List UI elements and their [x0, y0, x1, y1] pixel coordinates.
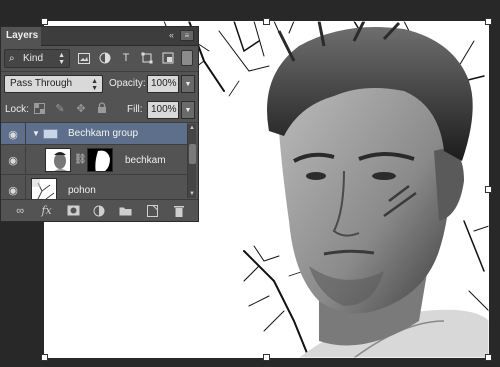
blend-mode-value: Pass Through	[10, 78, 73, 89]
scroll-down-icon[interactable]: ▼	[189, 191, 195, 197]
fill-input[interactable]: 100%	[147, 101, 179, 119]
divider	[1, 71, 198, 72]
panel-controls: « ≡	[169, 30, 194, 41]
double-chevron-left-icon[interactable]: «	[169, 30, 174, 41]
layers-scrollbar[interactable]: ▲ ▼	[187, 124, 196, 198]
transform-handle-bottom-right[interactable]	[485, 354, 492, 361]
new-group-icon[interactable]	[118, 203, 134, 219]
adjustment-filter-icon[interactable]	[98, 51, 112, 65]
disclosure-triangle-icon[interactable]: ▼	[32, 129, 40, 138]
folder-icon	[43, 129, 58, 139]
lock-position-icon[interactable]: ✥	[74, 101, 88, 115]
type-filter-icon[interactable]: T	[119, 51, 133, 65]
layers-panel: Layers « ≡ ⌕ Kind ▲ ▼ T Pass Through ▲ ▼…	[0, 26, 199, 222]
fill-dropdown-button[interactable]: ▼	[181, 101, 195, 119]
new-layer-icon[interactable]	[144, 203, 160, 219]
layer-row-bechkam[interactable]: ◉ ⛓ bechkam	[1, 146, 187, 175]
layers-list: ◉ ▼ Bechkam group ◉ ⛓ bechkam ◉ pohon	[1, 123, 187, 204]
eye-icon[interactable]: ◉	[4, 184, 22, 197]
link-layers-icon[interactable]: ∞	[12, 203, 28, 219]
trash-icon[interactable]	[171, 203, 187, 219]
layer-name: pohon	[68, 185, 96, 196]
search-icon: ⌕	[9, 53, 15, 64]
panel-menu-icon[interactable]: ≡	[180, 30, 194, 41]
filter-icons: T	[77, 51, 175, 65]
adjustment-layer-icon[interactable]	[91, 203, 107, 219]
tab-layers[interactable]: Layers	[1, 27, 41, 46]
transform-handle-bottom-center[interactable]	[263, 354, 270, 361]
fx-icon[interactable]: fx	[39, 203, 55, 219]
lock-label: Lock:	[5, 104, 29, 115]
lock-all-icon[interactable]	[95, 101, 109, 115]
scroll-up-icon[interactable]: ▲	[189, 125, 195, 131]
panel-tab-bar: Layers « ≡	[1, 27, 198, 46]
layers-bottom-toolbar: ∞ fx	[1, 199, 198, 221]
lock-icons: ✎ ✥	[32, 101, 109, 115]
fill-label: Fill:	[127, 104, 143, 115]
opacity-input[interactable]: 100%	[147, 75, 179, 93]
divider	[25, 146, 26, 174]
layer-mask-thumbnail[interactable]	[87, 148, 113, 172]
divider	[25, 123, 26, 144]
smart-object-filter-icon[interactable]	[161, 51, 175, 65]
image-filter-icon[interactable]	[77, 51, 91, 65]
shape-filter-icon[interactable]	[140, 51, 154, 65]
updown-arrows-icon: ▲ ▼	[91, 78, 98, 92]
transform-handle-top-left[interactable]	[41, 18, 48, 25]
blend-mode-select[interactable]: Pass Through ▲ ▼	[4, 75, 103, 93]
filter-toggle-switch[interactable]	[181, 50, 193, 66]
transform-handle-top-center[interactable]	[263, 18, 270, 25]
eye-icon[interactable]: ◉	[4, 154, 22, 167]
layer-row-group[interactable]: ◉ ▼ Bechkam group	[1, 123, 187, 145]
kind-filter-select[interactable]: ⌕ Kind ▲ ▼	[4, 49, 70, 68]
kind-filter-label: Kind	[23, 53, 44, 64]
lock-transparent-icon[interactable]	[32, 101, 46, 115]
filter-row: ⌕ Kind ▲ ▼ T	[4, 49, 197, 71]
layer-name: Bechkam group	[68, 128, 139, 139]
scrollbar-thumb[interactable]	[189, 144, 196, 164]
layer-thumbnail	[45, 148, 71, 172]
updown-arrows-icon: ▲ ▼	[58, 52, 65, 66]
transform-handle-right-center[interactable]	[485, 186, 492, 193]
transform-handle-top-right[interactable]	[485, 18, 492, 25]
opacity-dropdown-button[interactable]: ▼	[181, 75, 195, 93]
add-mask-icon[interactable]	[65, 203, 81, 219]
layer-name: bechkam	[125, 155, 166, 166]
lock-image-icon[interactable]: ✎	[53, 101, 67, 115]
link-icon[interactable]: ⛓	[74, 154, 87, 165]
transform-handle-bottom-left[interactable]	[41, 354, 48, 361]
eye-icon[interactable]: ◉	[4, 128, 22, 141]
opacity-label: Opacity:	[109, 78, 146, 89]
